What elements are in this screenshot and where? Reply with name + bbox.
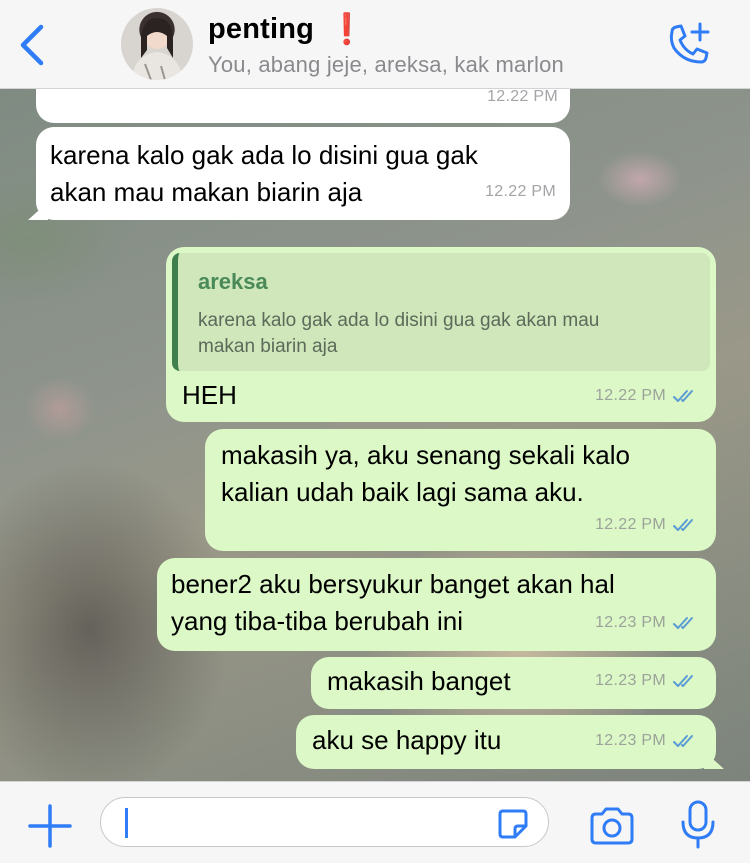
exclamation-icon: ❗	[328, 12, 366, 46]
message-text: karena kalo gak ada lo disini gua gak ak…	[50, 140, 478, 207]
message-incoming[interactable]: karena kalo gak ada lo disini gua gak ak…	[28, 127, 570, 220]
sticker-icon	[498, 809, 528, 839]
mic-icon	[681, 800, 715, 849]
back-chevron-icon	[20, 24, 44, 66]
group-members: You, abang jeje, areksa, kak marlon	[208, 52, 564, 77]
camera-button[interactable]	[588, 806, 636, 846]
message-outgoing[interactable]: areksa karena kalo gak ada lo disini gua…	[166, 247, 716, 422]
message-outgoing[interactable]: makasih ya, aku senang sekali kalo kalia…	[205, 429, 716, 551]
message-time: 12.22 PM	[595, 377, 698, 414]
quoted-author: areksa	[198, 269, 268, 294]
sticker-button[interactable]	[497, 808, 529, 840]
avatar-image	[131, 18, 183, 80]
quoted-message[interactable]: areksa karena kalo gak ada lo disini gua…	[172, 253, 710, 371]
attach-button[interactable]	[26, 802, 74, 850]
message-time: 12.22 PM	[595, 506, 698, 543]
message-text: makasih ya, aku senang sekali kalo kalia…	[221, 440, 631, 507]
message-outgoing[interactable]: bener2 aku bersyukur banget akan hal yan…	[157, 558, 716, 651]
message-time-text: 12.22 PM	[595, 387, 666, 404]
double-check-icon	[673, 674, 693, 687]
message-time: 12.23 PM	[595, 722, 698, 759]
message-text: HEH	[182, 380, 237, 410]
group-name-text: penting	[208, 12, 315, 45]
message-time: 12.23 PM	[595, 662, 698, 699]
group-name: penting ❗	[208, 12, 564, 46]
chat-area[interactable]: 12.22 PM karena kalo gak ada lo disini g…	[0, 89, 750, 781]
message-incoming[interactable]: 12.22 PM	[36, 89, 570, 123]
camera-icon	[590, 807, 634, 845]
add-call-button[interactable]	[662, 20, 714, 70]
message-outgoing[interactable]: makasih banget 12.23 PM	[311, 657, 716, 709]
message-time: 12.22 PM	[485, 183, 556, 200]
chat-header: penting ❗ You, abang jeje, areksa, kak m…	[0, 0, 750, 89]
chat-title[interactable]: penting ❗ You, abang jeje, areksa, kak m…	[208, 12, 564, 78]
message-input-bar	[0, 781, 750, 863]
message-time: 12.22 PM	[487, 89, 558, 105]
message-input[interactable]	[131, 806, 495, 840]
message-time-text: 12.23 PM	[595, 672, 666, 689]
quoted-text: karena kalo gak ada lo disini gua gak ak…	[198, 310, 600, 357]
double-check-icon	[673, 518, 693, 531]
group-avatar[interactable]	[121, 8, 193, 80]
message-time: 12.23 PM	[595, 604, 698, 641]
double-check-icon	[673, 616, 693, 629]
double-check-icon	[673, 734, 693, 747]
plus-icon	[28, 804, 72, 848]
double-check-icon	[673, 389, 693, 402]
message-time-text: 12.22 PM	[595, 516, 666, 533]
voice-record-button[interactable]	[678, 800, 718, 850]
message-outgoing[interactable]: aku se happy itu 12.23 PM	[296, 715, 724, 769]
text-caret	[125, 808, 128, 838]
back-button[interactable]	[10, 20, 54, 70]
bubble-tail	[28, 202, 48, 220]
message-time-text: 12.23 PM	[595, 614, 666, 631]
message-time-text: 12.23 PM	[595, 732, 666, 749]
add-call-icon	[669, 22, 710, 64]
bubble-tail	[704, 751, 724, 769]
message-field[interactable]	[100, 797, 549, 847]
